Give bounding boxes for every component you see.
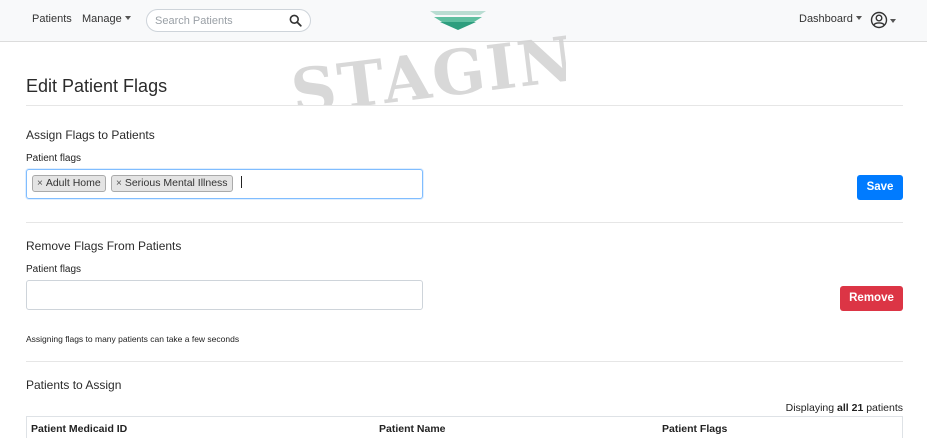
- flag-tag: × Adult Home: [32, 175, 106, 192]
- patient-count-text: Displaying all 21 patients: [786, 402, 903, 414]
- divider: [26, 222, 903, 223]
- divider: [26, 105, 903, 106]
- nav-manage-dropdown[interactable]: Manage: [82, 13, 131, 25]
- user-avatar-icon: [870, 11, 888, 29]
- nav-patients-link[interactable]: Patients: [32, 13, 72, 25]
- assign-flags-label: Patient flags: [26, 153, 82, 164]
- flag-tag-label: Serious Mental Illness: [124, 177, 228, 189]
- save-button[interactable]: Save: [857, 175, 903, 200]
- nav-manage-label: Manage: [82, 13, 122, 25]
- remove-flags-label: Patient flags: [26, 264, 82, 275]
- assign-note: Assigning flags to many patients can tak…: [26, 334, 240, 344]
- user-menu-dropdown[interactable]: [870, 11, 898, 29]
- remove-button[interactable]: Remove: [840, 286, 903, 311]
- remove-flags-input[interactable]: [26, 280, 423, 310]
- divider: [26, 361, 903, 362]
- displaying-suffix: patients: [866, 402, 903, 414]
- text-cursor: [241, 176, 242, 188]
- patients-section-title: Patients to Assign: [26, 378, 122, 392]
- column-header-patient-name[interactable]: Patient Name: [379, 423, 446, 435]
- chevron-down-icon: [855, 16, 862, 21]
- assign-flags-input[interactable]: × Adult Home × Serious Mental Illness: [26, 169, 423, 199]
- column-header-patient-flags[interactable]: Patient Flags: [662, 423, 727, 435]
- displaying-count: all 21: [837, 402, 864, 414]
- flag-tag-label: Adult Home: [45, 177, 101, 189]
- assign-section-title: Assign Flags to Patients: [26, 128, 155, 142]
- flag-tag: × Serious Mental Illness: [111, 175, 233, 192]
- chevron-down-icon: [124, 16, 131, 21]
- remove-tag-icon[interactable]: ×: [116, 178, 122, 189]
- nav-dashboard-dropdown[interactable]: Dashboard: [799, 13, 862, 25]
- nav-dashboard-label: Dashboard: [799, 13, 853, 25]
- remove-section-title: Remove Flags From Patients: [26, 239, 182, 253]
- search-input[interactable]: [155, 13, 285, 29]
- page-title: Edit Patient Flags: [26, 76, 168, 96]
- staging-watermark: STAGING: [287, 26, 566, 106]
- displaying-prefix: Displaying: [785, 402, 835, 414]
- patients-table: Patient Medicaid ID Patient Name Patient…: [26, 416, 903, 438]
- remove-tag-icon[interactable]: ×: [37, 178, 43, 189]
- svg-text:STAGING: STAGING: [287, 26, 566, 106]
- column-header-medicaid-id[interactable]: Patient Medicaid ID: [31, 423, 127, 435]
- chevron-down-icon: [890, 19, 896, 23]
